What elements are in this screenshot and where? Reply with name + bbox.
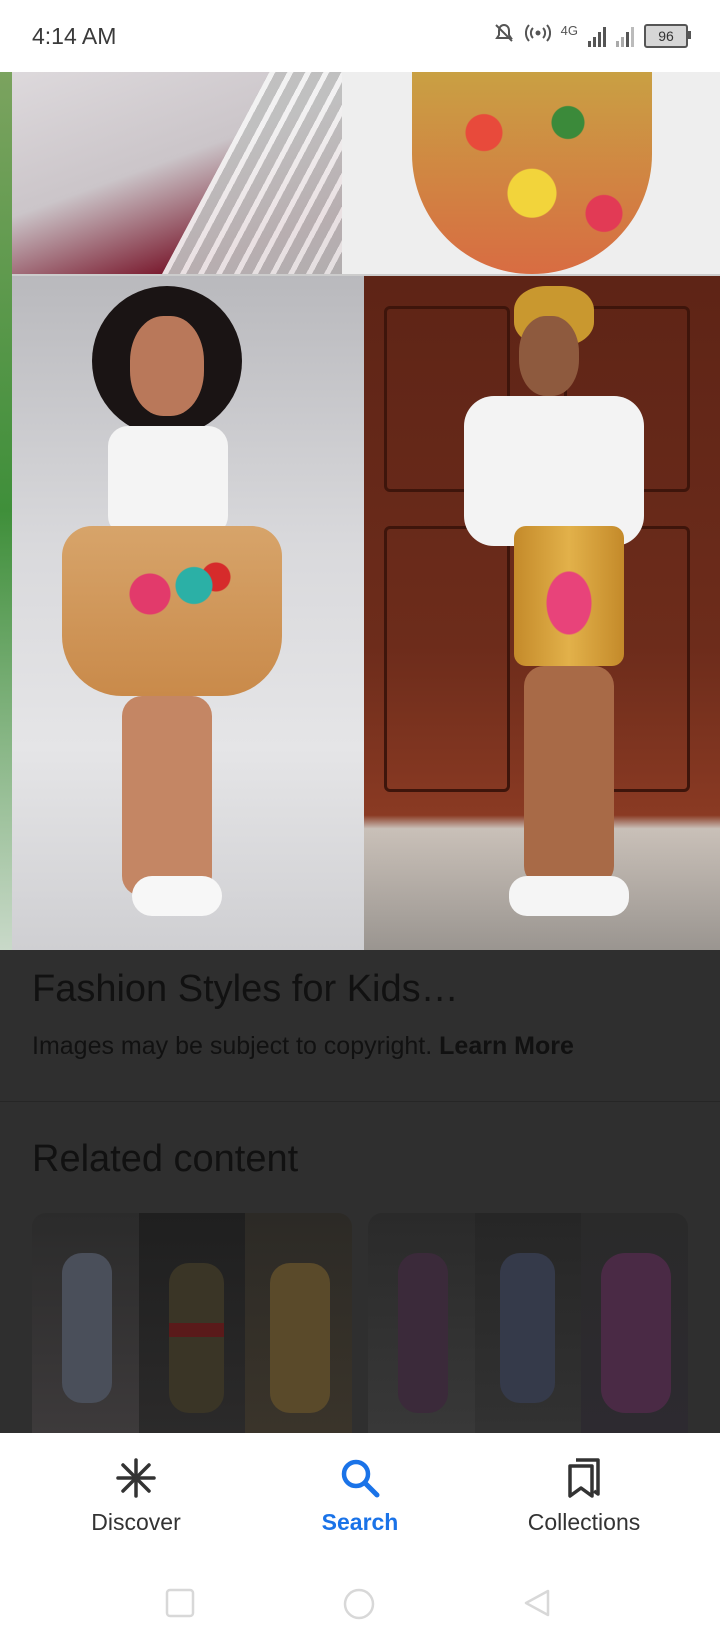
collage-image-top-left xyxy=(12,72,480,274)
related-thumbnail xyxy=(138,1213,246,1433)
nav-discover-label: Discover xyxy=(91,1509,181,1535)
related-card[interactable] xyxy=(368,1213,688,1433)
bottom-navigation: Discover Search Collections xyxy=(0,1433,720,1640)
related-card[interactable] xyxy=(32,1213,352,1433)
copyright-text: Images may be subject to copyright. xyxy=(32,1032,433,1060)
divider xyxy=(0,1101,720,1102)
signal-icon xyxy=(616,25,634,47)
printed-skirt-detail xyxy=(412,72,652,274)
related-thumbnail xyxy=(245,1213,352,1433)
collage-image-top-right xyxy=(342,72,720,274)
home-button[interactable] xyxy=(343,1588,375,1625)
nav-collections[interactable]: Collections xyxy=(484,1453,684,1536)
battery-icon: 96 xyxy=(644,24,691,48)
copyright-notice: Images may be subject to copyright. Lear… xyxy=(32,1032,574,1061)
adjacent-image-edge[interactable] xyxy=(0,72,12,950)
status-time: 4:14 AM xyxy=(32,22,117,49)
nav-discover[interactable]: Discover xyxy=(36,1453,236,1536)
related-thumbnail xyxy=(581,1213,688,1433)
search-icon xyxy=(260,1453,460,1503)
network-label: 4G xyxy=(560,22,578,38)
related-thumbnail xyxy=(32,1213,139,1433)
figure-legs xyxy=(524,666,614,886)
related-thumbnail xyxy=(368,1213,475,1433)
battery-level: 96 xyxy=(658,28,674,44)
bookmarks-icon xyxy=(484,1453,684,1503)
recents-button[interactable] xyxy=(165,1588,195,1623)
figure-legs xyxy=(122,696,212,896)
status-bar: 4:14 AM 4G 96 xyxy=(0,0,720,72)
learn-more-link[interactable]: Learn More xyxy=(439,1032,574,1060)
related-content-heading: Related content xyxy=(32,1138,299,1180)
image-viewer[interactable] xyxy=(0,72,720,950)
asterisk-icon xyxy=(36,1453,236,1503)
mute-bell-icon xyxy=(493,22,515,50)
nav-collections-label: Collections xyxy=(527,1509,641,1535)
back-button[interactable] xyxy=(522,1588,552,1623)
figure-shoes xyxy=(132,876,222,916)
figure-top xyxy=(464,396,644,546)
result-title[interactable]: Fashion Styles for Kids… xyxy=(32,968,459,1011)
system-navigation-bar xyxy=(0,1588,720,1628)
figure-skirt xyxy=(62,526,282,696)
hotspot-icon xyxy=(524,22,551,50)
figure-face xyxy=(519,316,579,396)
figure-shoes xyxy=(509,876,629,916)
related-thumbnail xyxy=(474,1213,582,1433)
status-icons: 4G 96 xyxy=(493,22,691,50)
door-panel xyxy=(384,526,510,792)
collage-image-right xyxy=(364,276,720,950)
figure-skirt xyxy=(514,526,624,666)
collage-image-left xyxy=(12,276,364,950)
signal-icon xyxy=(588,25,606,47)
nav-search-label: Search xyxy=(321,1509,399,1535)
nav-search[interactable]: Search xyxy=(260,1453,460,1536)
figure-face xyxy=(130,316,204,416)
figure-top xyxy=(108,426,228,536)
